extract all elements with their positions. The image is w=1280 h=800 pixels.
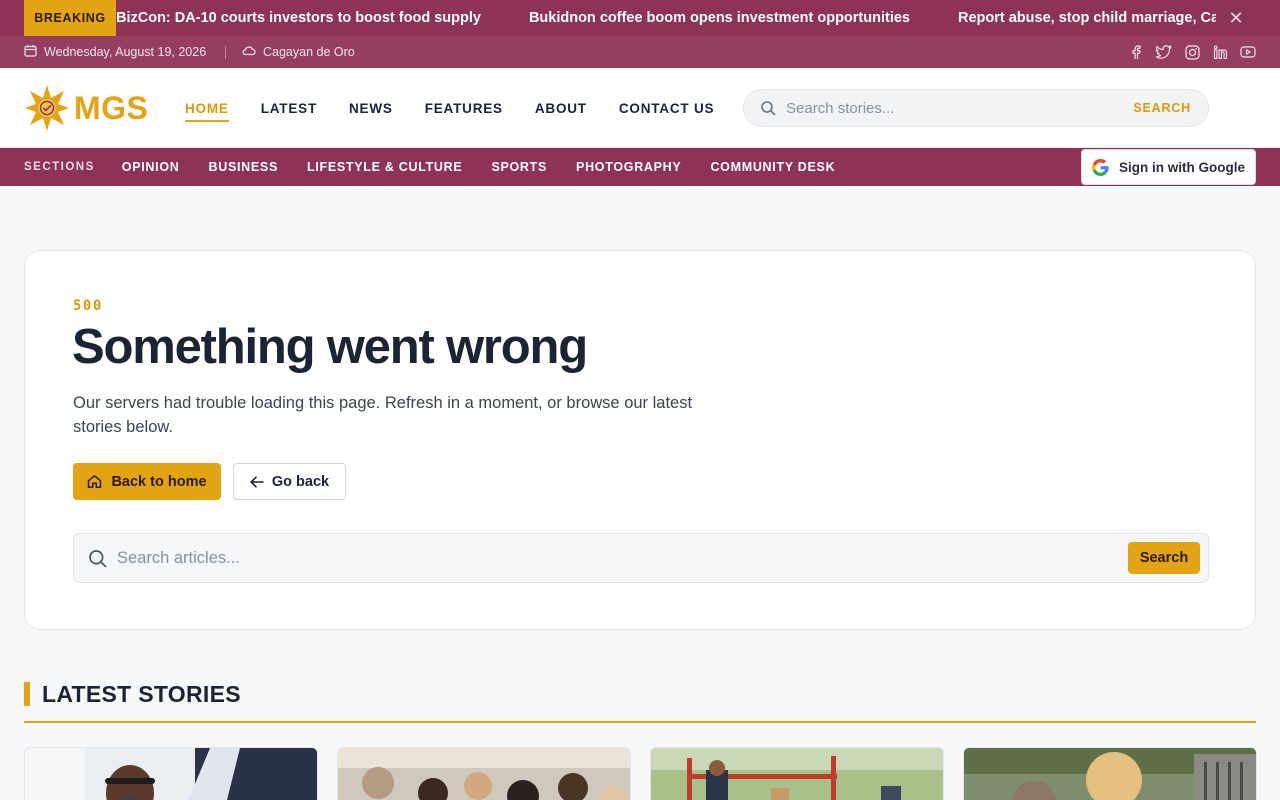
youtube-icon[interactable]	[1240, 44, 1256, 60]
breaking-ticker: BREAKING BizCon: DA-10 courts investors …	[0, 0, 1280, 36]
google-icon	[1092, 158, 1109, 176]
facebook-icon[interactable]	[1128, 44, 1144, 60]
section-opinion[interactable]: OPINION	[122, 160, 180, 174]
google-sign-in-button[interactable]: Sign in with Google	[1081, 149, 1256, 185]
search-icon	[760, 100, 776, 116]
calendar-icon	[24, 44, 37, 60]
sign-in-label: Sign in with Google	[1119, 159, 1245, 175]
sections-bar: SECTIONS OPINION BUSINESS LIFESTYLE & CU…	[0, 148, 1280, 186]
latest-stories-heading: LATEST STORIES	[24, 680, 241, 707]
go-back-button[interactable]: Go back	[233, 463, 346, 500]
latest-stories-title: LATEST STORIES	[42, 680, 241, 707]
location-display: Cagayan de Oro	[242, 36, 355, 68]
sections-label: SECTIONS	[24, 161, 95, 173]
date-display: Wednesday, August 19, 2026	[24, 36, 206, 68]
nav-news[interactable]: NEWS	[349, 101, 393, 116]
section-photography[interactable]: PHOTOGRAPHY	[576, 160, 681, 174]
linkedin-icon[interactable]	[1212, 44, 1228, 60]
section-sports[interactable]: SPORTS	[491, 160, 547, 174]
location-text: Cagayan de Oro	[263, 45, 355, 59]
divider	[225, 46, 226, 59]
nav-latest[interactable]: LATEST	[261, 101, 317, 116]
arrow-left-icon	[250, 475, 264, 488]
section-divider	[24, 721, 1256, 723]
nav-features[interactable]: FEATURES	[425, 101, 503, 116]
error-card: 500 Something went wrong Our servers had…	[24, 250, 1256, 630]
top-info-bar: Wednesday, August 19, 2026 Cagayan de Or…	[0, 36, 1280, 68]
story-card[interactable]	[24, 747, 318, 800]
heading-accent-bar	[24, 682, 30, 706]
site-header: MGS HOME LATEST NEWS FEATURES ABOUT CONT…	[0, 68, 1280, 148]
ticker-items: BizCon: DA-10 courts investors to boost …	[116, 0, 1216, 36]
article-search-bar: Search	[73, 533, 1209, 583]
instagram-icon[interactable]	[1184, 44, 1200, 60]
header-search-input[interactable]	[786, 99, 1134, 117]
ticker-headline[interactable]: BizCon: DA-10 courts investors to boost …	[116, 10, 481, 26]
ticker-headline[interactable]: Report abuse, stop child marriage, Camig…	[958, 10, 1216, 26]
story-thumbnail	[25, 748, 317, 800]
breaking-badge: BREAKING	[24, 0, 116, 36]
back-to-home-button[interactable]: Back to home	[73, 463, 221, 500]
article-search-button[interactable]: Search	[1128, 542, 1200, 574]
story-thumbnail	[964, 748, 1256, 800]
social-links	[1128, 36, 1256, 68]
section-community-desk[interactable]: COMMUNITY DESK	[710, 160, 835, 174]
close-icon[interactable]: ✕	[1228, 9, 1244, 27]
sections-list: SECTIONS OPINION BUSINESS LIFESTYLE & CU…	[24, 148, 864, 186]
story-card[interactable]	[650, 747, 944, 800]
section-lifestyle-culture[interactable]: LIFESTYLE & CULTURE	[307, 160, 462, 174]
error-description: Our servers had trouble loading this pag…	[73, 394, 693, 436]
ticker-headline[interactable]: Bukidnon coffee boom opens investment op…	[529, 10, 910, 26]
story-thumbnail	[338, 748, 630, 800]
cloud-icon	[242, 45, 256, 59]
header-search-bar: SEARCH	[743, 89, 1209, 127]
home-icon	[87, 474, 102, 489]
header-search-button[interactable]: SEARCH	[1133, 101, 1191, 115]
nav-about[interactable]: ABOUT	[535, 101, 587, 116]
story-thumbnail	[651, 748, 943, 800]
story-card[interactable]	[337, 747, 631, 800]
main-nav: HOME LATEST NEWS FEATURES ABOUT CONTACT …	[185, 68, 746, 148]
date-text: Wednesday, August 19, 2026	[44, 45, 207, 59]
error-title: Something went wrong	[72, 320, 588, 374]
error-code: 500	[73, 298, 103, 314]
search-icon	[88, 549, 107, 568]
section-business[interactable]: BUSINESS	[208, 160, 278, 174]
site-logo[interactable]: MGS	[24, 83, 148, 133]
back-to-home-label: Back to home	[111, 473, 207, 490]
go-back-label: Go back	[271, 473, 330, 490]
twitter-icon[interactable]	[1156, 44, 1172, 60]
article-search-input[interactable]	[117, 548, 1128, 568]
nav-contact-us[interactable]: CONTACT US	[619, 101, 715, 116]
star-logo-icon	[25, 85, 69, 131]
nav-home[interactable]: HOME	[185, 101, 229, 122]
story-card[interactable]	[963, 747, 1257, 800]
logo-text: MGS	[74, 89, 149, 126]
